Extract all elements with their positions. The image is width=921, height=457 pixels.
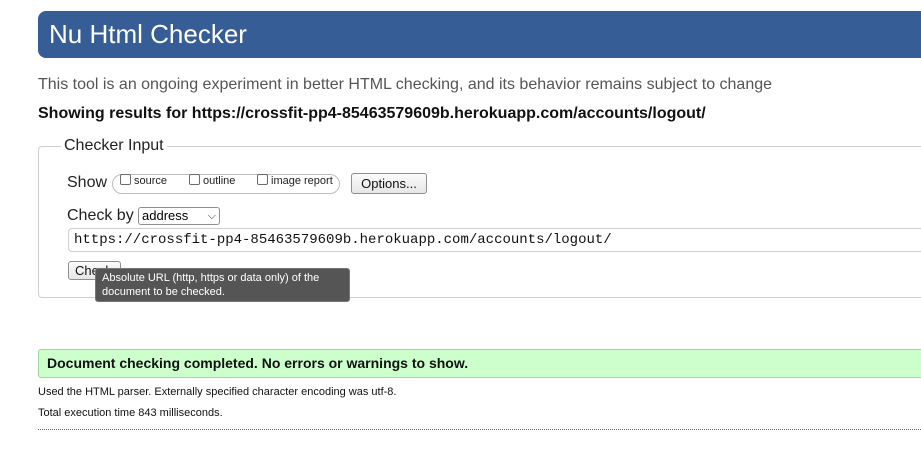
page: Nu Html Checker This tool is an ongoing … [0,0,921,457]
chevron-down-icon: ⌵ [207,210,216,222]
intro-text: This tool is an ongoing experiment in be… [38,76,773,93]
image-report-option[interactable]: image report [257,174,333,187]
url-tooltip: Absolute URL (http, https or data only) … [95,268,350,302]
source-option-label: source [134,175,168,187]
success-message: Document checking completed. No errors o… [38,349,921,378]
image-report-checkbox[interactable] [257,174,268,185]
check-by-label: Check by [67,207,134,224]
check-by-selected-value: address [142,208,189,223]
image-report-option-label: image report [271,175,333,187]
parser-info: Used the HTML parser. Externally specifi… [38,386,397,398]
show-label: Show [67,174,108,191]
page-title: Nu Html Checker [49,19,247,49]
options-button[interactable]: Options... [351,173,427,194]
check-by-select[interactable]: address ⌵ [138,207,220,225]
outline-option[interactable]: outline [189,174,236,187]
checker-input-legend: Checker Input [64,137,164,154]
source-option[interactable]: source [120,174,168,187]
results-heading: Showing results for https://crossfit-pp4… [38,105,706,122]
source-checkbox[interactable] [120,174,131,185]
url-input[interactable]: https://crossfit-pp4-85463579609b.heroku… [68,228,921,252]
divider [38,429,921,430]
outline-checkbox[interactable] [189,174,200,185]
page-header: Nu Html Checker [38,11,921,58]
outline-option-label: outline [203,175,236,187]
execution-time-info: Total execution time 843 milliseconds. [38,407,223,419]
